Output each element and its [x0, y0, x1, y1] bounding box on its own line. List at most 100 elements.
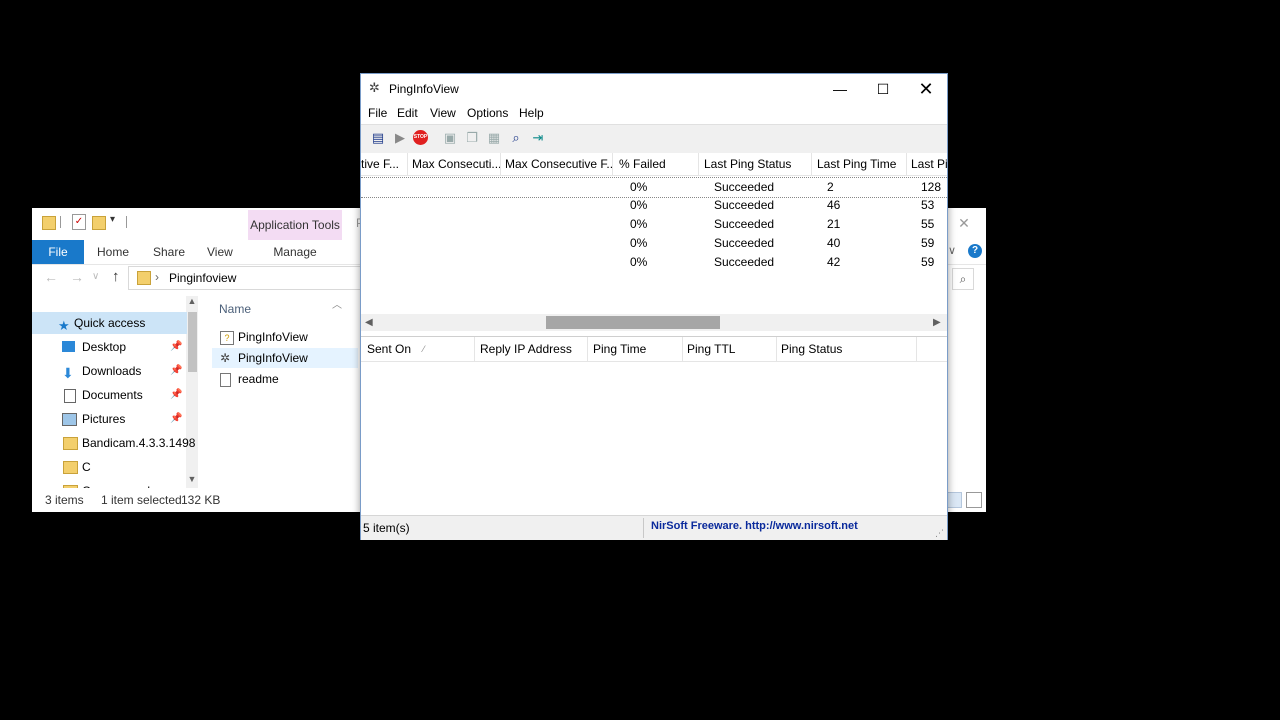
file-list: Name ︿ ? PingInfoView ✲ PingInfoView rea… — [212, 294, 358, 488]
column-header[interactable]: Last Ping Time — [813, 153, 907, 175]
nav-item-label: Compressed — [82, 480, 150, 488]
close-icon[interactable]: ✕ — [903, 74, 949, 104]
ping-history-table: Sent On ⁄ Reply IP Address Ping Time Pin… — [361, 336, 947, 514]
exit-icon[interactable]: ⇥ — [529, 129, 547, 147]
scroll-left-icon[interactable]: ◀ — [365, 314, 373, 331]
up-arrow-icon[interactable]: ↑ — [112, 268, 120, 285]
copy-icon[interactable]: ❐ — [463, 129, 481, 147]
nav-item-label: Bandicam.4.3.3.1498 — [82, 436, 196, 450]
start-ping-icon[interactable]: ▶ — [391, 129, 409, 147]
breadcrumb-path[interactable]: Pinginfoview — [169, 271, 236, 285]
new-folder-icon[interactable] — [92, 216, 106, 230]
window-title: PingInfoView — [389, 82, 459, 96]
scrollbar-thumb[interactable] — [546, 316, 720, 329]
tab-manage[interactable]: Manage — [248, 240, 342, 264]
options-list-icon[interactable]: ▤ — [369, 129, 387, 147]
menu-edit[interactable]: Edit — [397, 106, 418, 120]
table-row[interactable]: 0% Succeeded 40 59 — [361, 234, 947, 253]
menu-file[interactable]: File — [368, 106, 387, 120]
table-row[interactable]: 0% Succeeded 2 128 — [361, 177, 947, 198]
scroll-right-icon[interactable]: ▶ — [933, 314, 941, 331]
find-icon[interactable]: ⌕ — [507, 129, 525, 147]
column-header-ping-ttl[interactable]: Ping TTL — [683, 337, 777, 361]
table-row[interactable]: 0% Succeeded 42 59 — [361, 253, 947, 272]
pictures-icon — [62, 413, 77, 426]
nav-item-pictures[interactable]: Pictures 📌 — [32, 408, 187, 430]
pin-icon[interactable]: 📌 — [170, 336, 182, 358]
address-box[interactable]: › Pinginfoview — [128, 266, 370, 290]
toolbar-separator — [60, 216, 61, 228]
menu-options[interactable]: Options — [467, 106, 508, 120]
pinginfoview-app-icon: ✲ — [220, 351, 231, 365]
breadcrumb-chevron-icon[interactable]: › — [155, 270, 159, 284]
table-row[interactable]: 0% Succeeded 46 53 — [361, 196, 947, 215]
list-item[interactable]: ✲ PingInfoView — [212, 348, 358, 368]
chevron-down-icon[interactable]: ∨ — [948, 244, 956, 257]
stop-icon[interactable]: STOP — [413, 130, 428, 145]
details-view-icon[interactable] — [946, 492, 962, 508]
tab-file[interactable]: File — [32, 240, 84, 264]
nav-item-downloads[interactable]: ⬇ Downloads 📌 — [32, 360, 187, 382]
nirsoft-link[interactable]: NirSoft Freeware. http://www.nirsoft.net — [651, 520, 858, 532]
nav-item-folder[interactable]: Bandicam.4.3.3.1498 — [32, 432, 195, 454]
large-icons-view-icon[interactable] — [966, 492, 982, 508]
customize-quick-access-icon[interactable]: ▾ — [110, 214, 115, 225]
ping-results-table: tive F... Max Consecuti... Max Consecuti… — [361, 153, 947, 315]
properties-icon[interactable]: ✓ — [72, 214, 86, 230]
column-header[interactable]: % Failed — [615, 153, 699, 175]
pin-icon[interactable]: 📌 — [170, 384, 182, 406]
help-icon[interactable]: ? — [968, 244, 982, 258]
properties-icon[interactable]: ▦ — [485, 129, 503, 147]
minimize-icon[interactable]: — — [817, 74, 863, 104]
status-cell: Succeeded — [714, 236, 775, 250]
back-arrow-icon[interactable]: ← — [44, 269, 58, 285]
recent-locations-icon[interactable]: ∨ — [92, 271, 99, 282]
table-row[interactable]: 0% Succeeded 21 55 — [361, 215, 947, 234]
pinginfoview-app-icon: ✲ — [369, 80, 380, 95]
last-cell: 55 — [921, 217, 935, 231]
ping-time-cell: 40 — [827, 236, 841, 250]
search-icon[interactable]: ⌕ — [952, 268, 974, 290]
horizontal-scrollbar[interactable]: ◀ ▶ — [361, 314, 947, 331]
list-item[interactable]: readme — [212, 369, 358, 389]
list-item[interactable]: ? PingInfoView — [212, 327, 358, 347]
pinginfoview-titlebar: ✲ PingInfoView — ☐ ✕ — [361, 74, 947, 104]
scroll-up-icon[interactable]: ▲ — [186, 296, 198, 308]
column-header-ping-status[interactable]: Ping Status — [777, 337, 917, 361]
save-icon[interactable]: ▣ — [441, 129, 459, 147]
nav-item-folder[interactable]: C — [32, 456, 187, 478]
nav-item-label: Desktop — [82, 340, 127, 354]
tab-share[interactable]: Share — [153, 240, 185, 264]
resize-grip-icon[interactable]: ⋰ — [935, 528, 944, 539]
nav-item-folder[interactable]: Compressed — [32, 480, 187, 488]
folder-icon[interactable] — [42, 216, 56, 230]
maximize-icon[interactable]: ☐ — [860, 74, 906, 104]
pin-icon[interactable]: 📌 — [170, 408, 182, 430]
nav-item-documents[interactable]: Documents 📌 — [32, 384, 187, 406]
file-name: PingInfoView — [238, 330, 308, 344]
nav-item-quick-access[interactable]: ★ Quick access — [32, 312, 187, 334]
column-header[interactable]: Max Consecuti... — [408, 153, 501, 175]
tab-home[interactable]: Home — [97, 240, 129, 264]
menu-view[interactable]: View — [430, 106, 456, 120]
column-header-name[interactable]: Name — [219, 302, 251, 316]
column-header-ping-time[interactable]: Ping Time — [589, 337, 683, 361]
navigation-pane: ★ Quick access Desktop 📌 ⬇ Downloads 📌 D… — [32, 308, 197, 488]
column-header[interactable]: Last Pi — [907, 153, 947, 175]
column-header[interactable]: Max Consecutive F... — [501, 153, 613, 175]
file-name: readme — [238, 372, 279, 386]
column-header-reply-ip[interactable]: Reply IP Address — [476, 337, 588, 361]
nav-item-desktop[interactable]: Desktop 📌 — [32, 336, 187, 358]
tab-view[interactable]: View — [207, 240, 233, 264]
forward-arrow-icon[interactable]: → — [70, 269, 84, 285]
close-icon[interactable]: ✕ — [956, 213, 972, 233]
pinginfoview-window: ✲ PingInfoView — ☐ ✕ File Edit View Opti… — [360, 73, 948, 540]
status-cell: Succeeded — [714, 180, 775, 194]
menu-help[interactable]: Help — [519, 106, 544, 120]
column-header[interactable]: Last Ping Status — [700, 153, 812, 175]
selection-count: 1 item selected — [101, 493, 182, 507]
column-header-sent-on[interactable]: Sent On ⁄ — [363, 337, 475, 361]
menu-bar: File Edit View Options Help — [361, 104, 947, 124]
pin-icon[interactable]: 📌 — [170, 360, 182, 382]
column-header[interactable]: tive F... — [361, 153, 408, 175]
